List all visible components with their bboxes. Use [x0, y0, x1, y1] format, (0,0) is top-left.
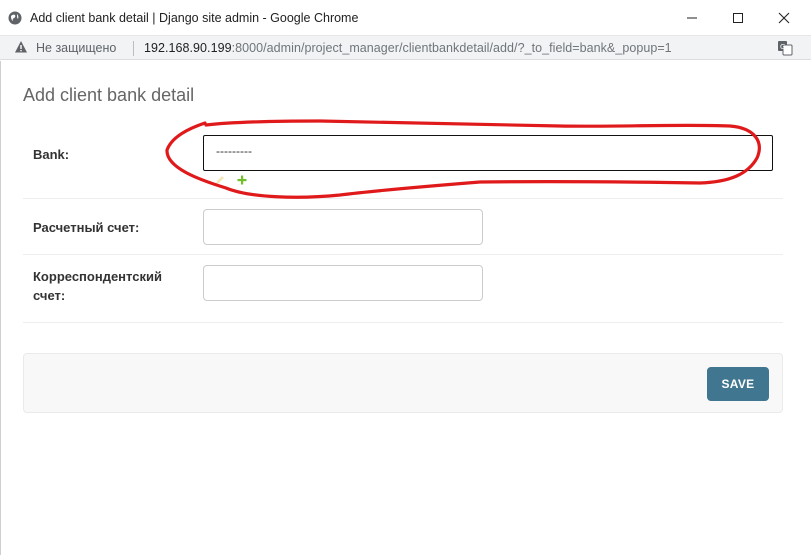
settlement-account-input[interactable] [203, 209, 483, 245]
minimize-button[interactable] [669, 0, 715, 36]
minimize-icon [687, 17, 697, 19]
close-button[interactable] [761, 0, 807, 36]
correspondent-account-label: Корреспондентский счет: [33, 269, 162, 303]
page-title: Add client bank detail [23, 85, 195, 105]
change-related-icon[interactable] [215, 175, 225, 185]
url-host: 192.168.90.199 [144, 41, 232, 55]
form-row-bank: Bank: --------- [23, 121, 783, 199]
save-button[interactable]: SAVE [707, 367, 769, 401]
page-content: Add client bank detail Bank: --------- Р… [0, 61, 811, 555]
close-icon [778, 12, 790, 24]
bank-select[interactable]: --------- [203, 135, 773, 171]
form-row-settlement-account: Расчетный счет: [23, 199, 783, 255]
settlement-account-label: Расчетный счет: [33, 220, 140, 235]
svg-text:G: G [780, 43, 785, 51]
url-path: :8000/admin/project_manager/clientbankde… [231, 41, 672, 55]
security-status[interactable]: Не защищено [36, 41, 116, 55]
add-related-icon[interactable] [237, 175, 247, 185]
url-text[interactable]: 192.168.90.199:8000/admin/project_manage… [144, 41, 672, 55]
maximize-icon [733, 13, 743, 23]
address-divider [133, 41, 134, 56]
window-title: Add client bank detail | Django site adm… [30, 11, 359, 25]
address-bar[interactable]: Не защищено 192.168.90.199:8000/admin/pr… [0, 36, 811, 60]
maximize-button[interactable] [715, 0, 761, 36]
translate-icon[interactable]: G [777, 40, 793, 56]
correspondent-account-input[interactable] [203, 265, 483, 301]
globe-icon [8, 11, 22, 25]
form-row-correspondent-account: Корреспондентский счет: [23, 255, 783, 323]
window-titlebar: Add client bank detail | Django site adm… [0, 0, 811, 36]
warning-icon[interactable] [14, 40, 28, 54]
submit-row: SAVE [23, 353, 783, 413]
bank-label: Bank: [33, 147, 70, 162]
